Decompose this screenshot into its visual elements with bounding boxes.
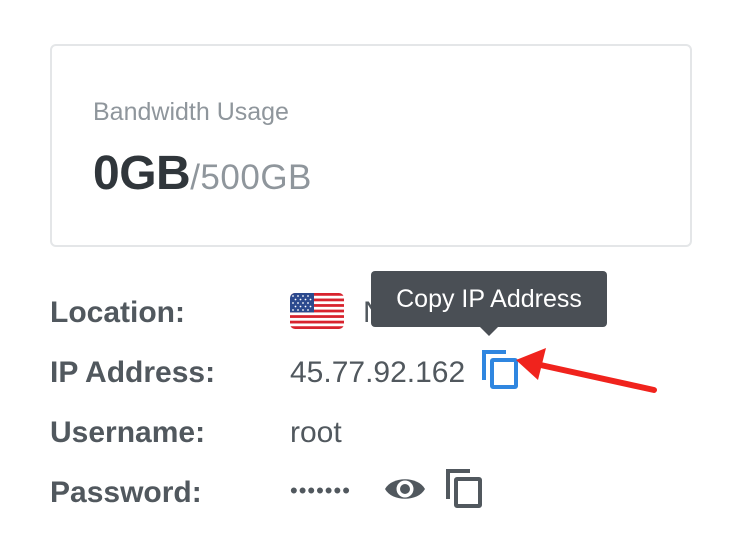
eye-icon[interactable] bbox=[383, 473, 427, 505]
us-flag-icon bbox=[290, 293, 344, 329]
copy-ip-tooltip: Copy IP Address bbox=[371, 271, 607, 327]
bandwidth-label: Bandwidth Usage bbox=[93, 98, 289, 126]
ip-address-value: 45.77.92.162 bbox=[290, 356, 466, 389]
location-label: Location: bbox=[50, 296, 185, 329]
username-label: Username: bbox=[50, 416, 206, 449]
bandwidth-value: 0GB/500GB bbox=[93, 146, 312, 201]
ip-address-label: IP Address: bbox=[50, 356, 216, 389]
annotation-arrow-icon bbox=[516, 348, 657, 393]
bandwidth-card: Bandwidth Usage 0GB/500GB bbox=[50, 44, 692, 247]
tooltip-arrow bbox=[480, 327, 498, 336]
username-value: root bbox=[290, 416, 342, 449]
copy-icon[interactable] bbox=[444, 467, 484, 509]
password-label: Password: bbox=[50, 476, 202, 509]
bandwidth-used: 0GB bbox=[93, 147, 191, 200]
bandwidth-limit: /500GB bbox=[190, 158, 312, 197]
password-value: ••••••• bbox=[290, 478, 351, 503]
